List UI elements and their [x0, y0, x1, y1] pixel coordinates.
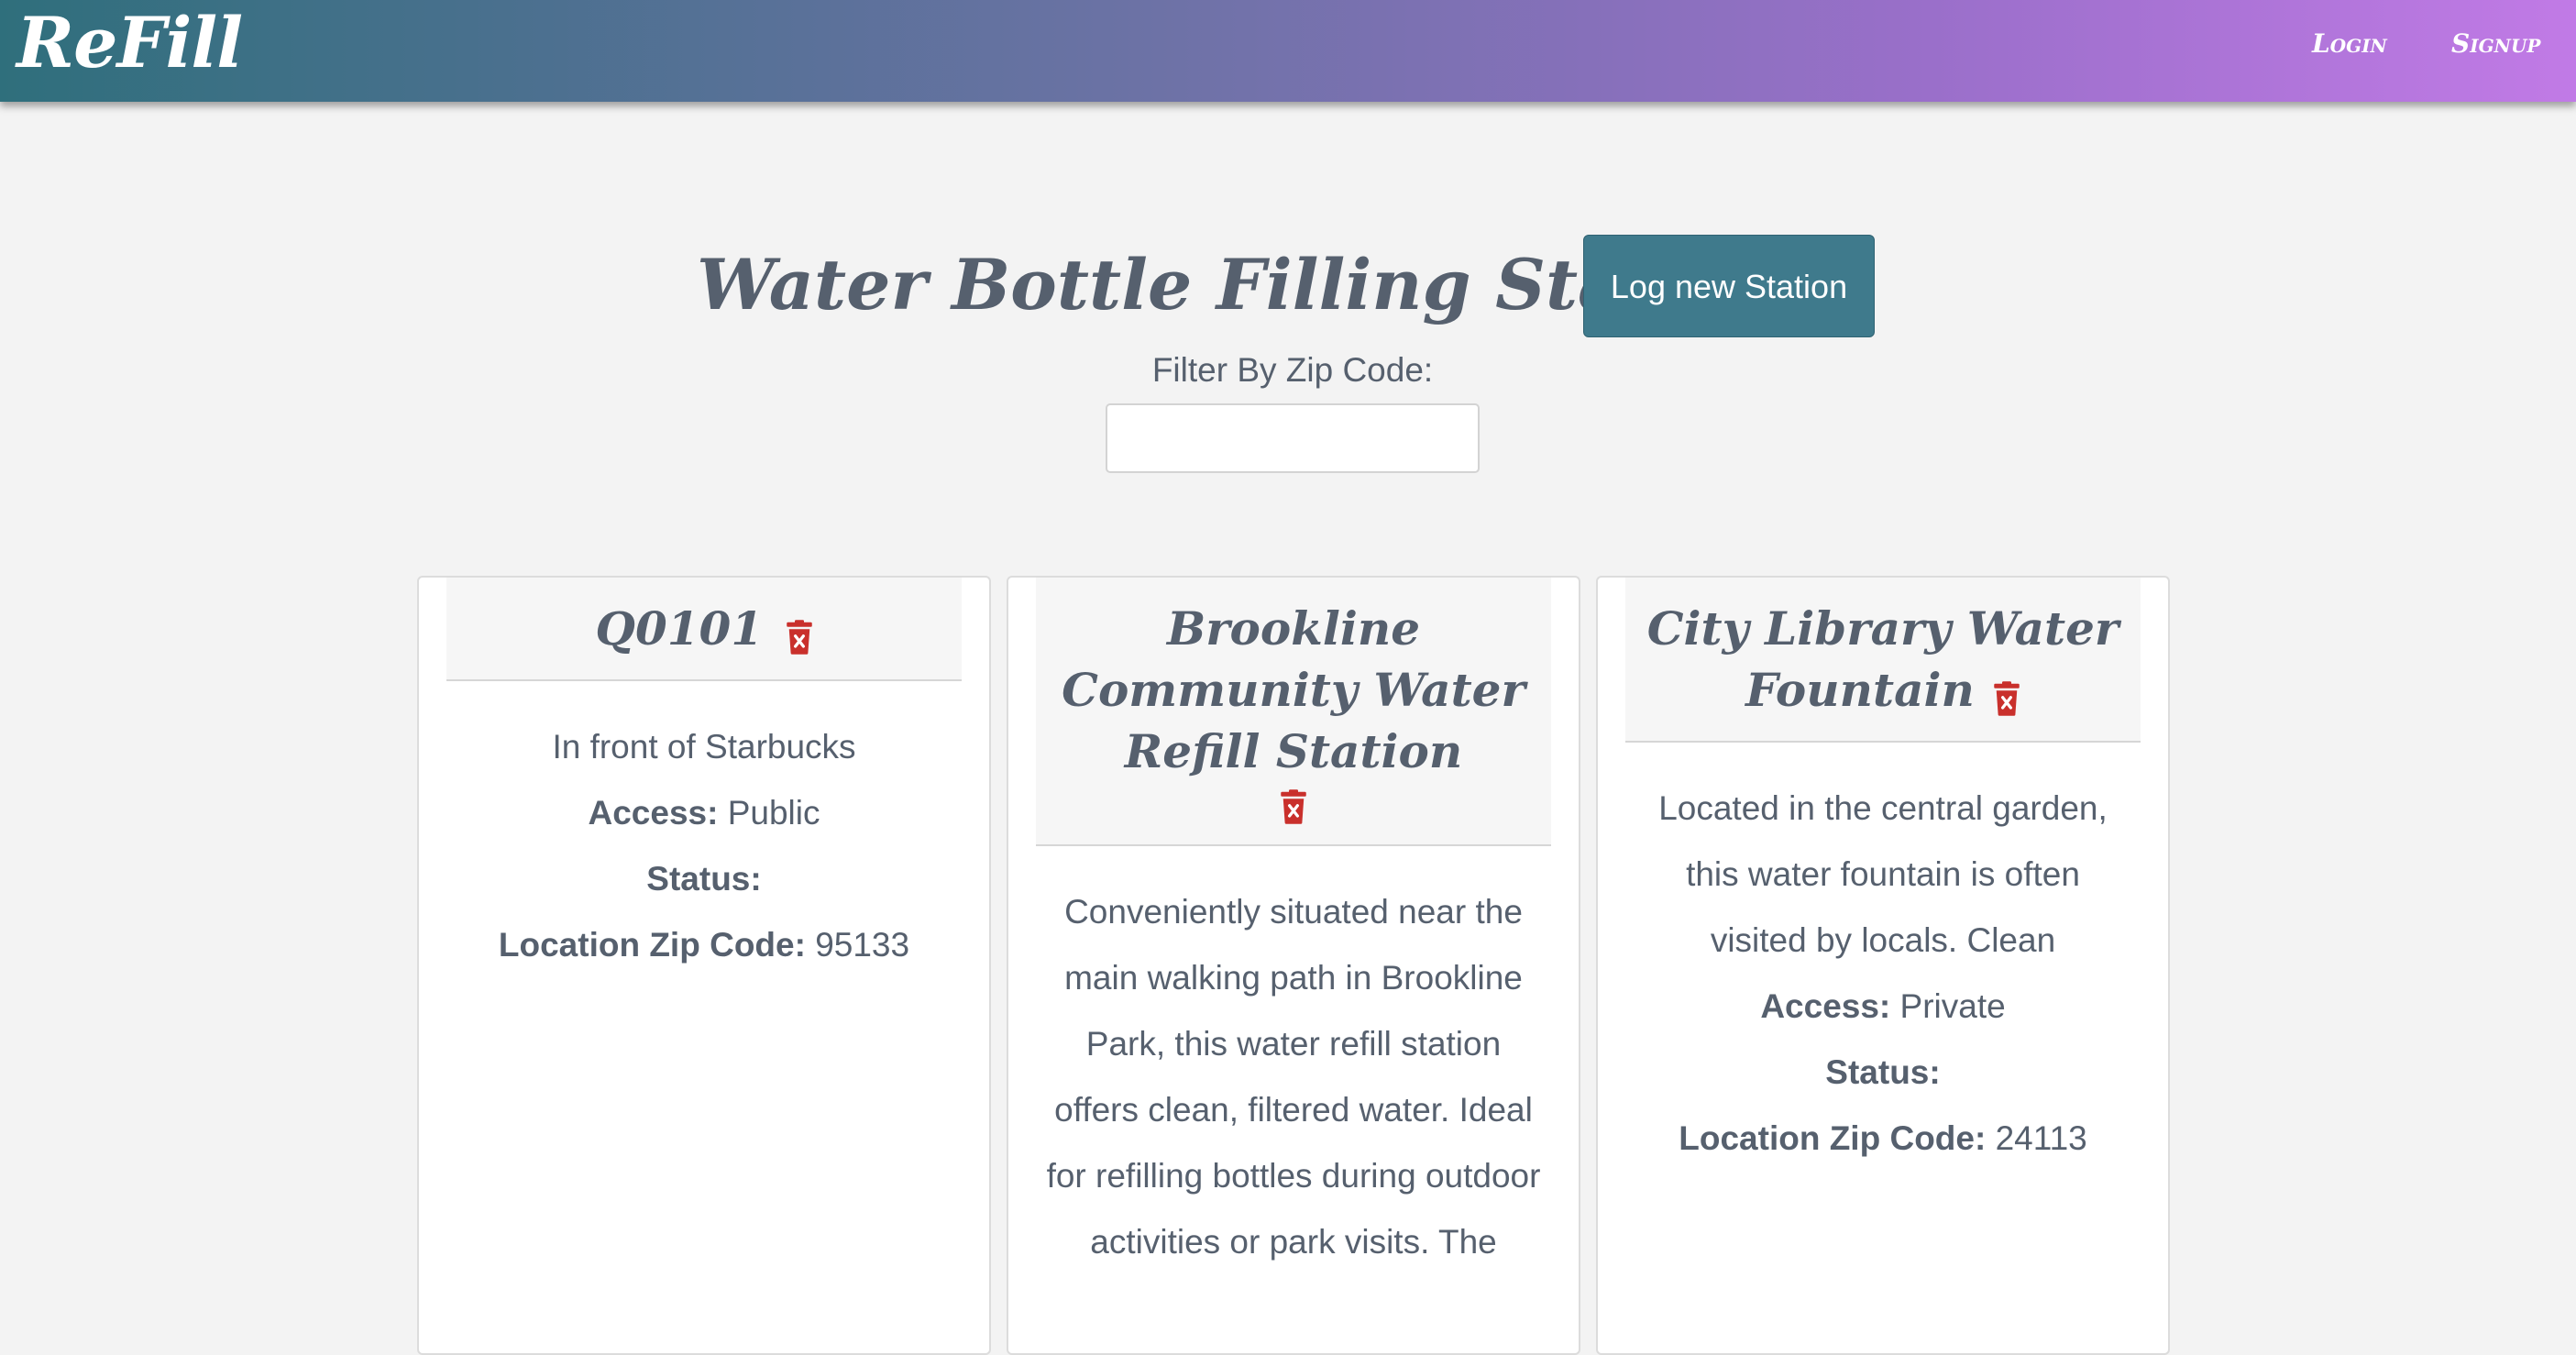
station-description: In front of Starbucks: [552, 728, 856, 766]
access-value: Public: [727, 794, 820, 832]
log-new-station-button[interactable]: Log new Station: [1583, 235, 1875, 337]
trash-icon[interactable]: [786, 620, 813, 655]
zip-label: Location Zip Code:: [1679, 1119, 1987, 1157]
station-zip: Location Zip Code: 95133: [456, 912, 952, 978]
station-name: Q0101: [595, 601, 764, 655]
station-description: Conveniently situated near the main walk…: [1046, 893, 1541, 1261]
station-access: Access: Private: [1635, 974, 2131, 1040]
station-access: Access: Public: [456, 780, 952, 846]
zip-label: Location Zip Code:: [498, 926, 806, 964]
trash-icon[interactable]: [1280, 789, 1307, 824]
zip-filter-input[interactable]: [1106, 403, 1480, 473]
card-body: Conveniently situated near the main walk…: [1008, 846, 1579, 1275]
trash-icon[interactable]: [1993, 681, 2020, 716]
card-header: Brookline Community Water Refill Station: [1036, 578, 1551, 846]
signup-link[interactable]: Signup: [2451, 26, 2540, 62]
filter-zip-label: Filter By Zip Code:: [1151, 351, 1434, 389]
station-name: City Library Water Fountain: [1646, 601, 2119, 717]
card-body: Located in the central garden, this wate…: [1598, 743, 2168, 1172]
station-zip: Location Zip Code: 24113: [1635, 1106, 2131, 1172]
station-card: Q0101 In front of Starbucks Access: Publ…: [417, 576, 991, 1355]
station-name: Brookline Community Water Refill Station: [1062, 601, 1525, 778]
station-status: Status:: [1635, 1040, 2131, 1106]
top-navbar: ReFill Login Signup: [0, 0, 2576, 102]
brand-logo[interactable]: ReFill: [17, 2, 243, 84]
card-body: In front of Starbucks Access: Public Sta…: [419, 681, 989, 978]
zip-value: 24113: [1995, 1119, 2087, 1157]
status-label: Status:: [646, 860, 762, 898]
page-title: Water Bottle Filling Stations: [697, 244, 1819, 325]
station-description: Located in the central garden, this wate…: [1658, 789, 2108, 959]
zip-value: 95133: [815, 926, 910, 964]
station-status: Status:: [456, 846, 952, 912]
card-header: Q0101: [446, 578, 962, 681]
status-label: Status:: [1825, 1053, 1941, 1091]
card-header: City Library Water Fountain: [1625, 578, 2141, 743]
login-link[interactable]: Login: [2312, 26, 2387, 62]
access-value: Private: [1899, 987, 2006, 1025]
access-label: Access:: [588, 794, 719, 832]
station-card: Brookline Community Water Refill Station…: [1007, 576, 1580, 1355]
station-card: City Library Water Fountain Located in t…: [1596, 576, 2170, 1355]
access-label: Access:: [1760, 987, 1891, 1025]
